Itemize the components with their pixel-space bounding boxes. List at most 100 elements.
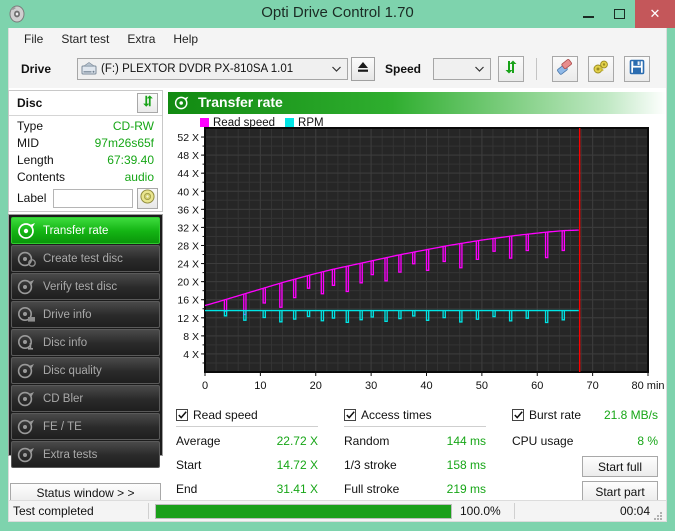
speed-select[interactable] — [433, 58, 491, 80]
disc-label-input[interactable] — [53, 189, 133, 208]
chart-canvas: 4 X 8 X 12 X 16 X 20 X 24 X 28 X 32 X 36 X 40 X 44… — [177, 127, 665, 392]
menu-file[interactable]: File — [15, 30, 52, 48]
menu-help[interactable]: Help — [164, 30, 207, 48]
eject-button[interactable] — [351, 57, 375, 81]
stat-value: 158 ms — [446, 458, 486, 472]
disc-write-icon — [17, 250, 37, 268]
disc-refresh-button[interactable] — [137, 93, 158, 113]
svg-text:20: 20 — [310, 380, 322, 392]
svg-text:40: 40 — [420, 380, 432, 392]
stat-key: Start — [176, 458, 202, 472]
stat-value: 22.72 X — [276, 434, 318, 448]
read-speed-checkbox-row[interactable]: Read speed — [176, 408, 258, 422]
drive-label: Drive — [21, 62, 52, 76]
resize-grip[interactable] — [653, 508, 663, 520]
minimize-button[interactable] — [573, 0, 604, 28]
disc-quality-icon — [17, 362, 37, 380]
svg-text:48 X: 48 X — [177, 150, 199, 162]
svg-text:32 X: 32 X — [177, 222, 199, 234]
disc-speed-icon — [174, 95, 190, 111]
svg-text:16 X: 16 X — [177, 295, 199, 307]
svg-text:0: 0 — [202, 380, 208, 392]
sidebar-item-fe-te[interactable]: FE / TE — [11, 413, 160, 440]
sidebar-item-transfer-rate[interactable]: Transfer rate — [11, 217, 160, 244]
stat-key: Random — [344, 434, 390, 448]
disc-key: Type — [17, 119, 44, 133]
drive-value: (F:) PLEXTOR DVDR PX-810SA 1.01 — [101, 63, 294, 75]
stat-key: Average — [176, 434, 221, 448]
close-icon: ✕ — [649, 6, 661, 21]
disc-label-row: Label — [9, 187, 162, 211]
disc-key: Contents — [17, 170, 66, 184]
burst-rate-checkbox[interactable] — [512, 409, 524, 421]
save-floppy-icon — [629, 59, 645, 80]
progress-bar — [155, 503, 452, 519]
sidebar-item-label: Drive info — [43, 308, 92, 321]
disc-panel-header: Disc — [9, 91, 162, 116]
eraser-icon — [556, 58, 574, 80]
tools-icon — [592, 59, 610, 80]
maximize-button[interactable] — [604, 0, 635, 28]
stat-key: Full stroke — [344, 482, 400, 496]
disc-row-contents: Contents audio — [9, 169, 162, 188]
stat-key: End — [176, 482, 198, 496]
sidebar-item-drive-info[interactable]: Drive info — [11, 301, 160, 328]
disc-key: Length — [17, 153, 54, 167]
title-bar: Opti Drive Control 1.70 ✕ — [0, 0, 675, 28]
stat-key: 1/3 stroke — [344, 458, 397, 472]
status-message: Test completed — [13, 504, 94, 518]
disc-panel-title: Disc — [17, 96, 43, 110]
sidebar-item-disc-quality[interactable]: Disc quality — [11, 357, 160, 384]
start-full-button[interactable]: Start full — [582, 456, 658, 477]
stat-value: 21.8 MB/s — [603, 408, 658, 422]
disc-label-read-button[interactable] — [137, 188, 158, 209]
svg-text:12 X: 12 X — [177, 313, 199, 325]
speed-label: Speed — [385, 62, 422, 76]
svg-text:50: 50 — [476, 380, 488, 392]
chevron-down-icon[interactable] — [471, 61, 488, 77]
disc-panel: Disc Type CD-RW MID 97m26s65f Length 67:… — [8, 90, 163, 212]
sidebar-item-label: Verify test disc — [43, 280, 118, 293]
elapsed-time-label: 00:04 — [619, 504, 650, 518]
svg-text:24 X: 24 X — [177, 259, 199, 271]
chart-header: Transfer rate — [168, 92, 666, 114]
sidebar-item-label: CD Bler — [43, 392, 84, 405]
svg-text:70: 70 — [587, 380, 599, 392]
eject-icon — [356, 60, 370, 79]
sidebar-item-extra-tests[interactable]: Extra tests — [11, 441, 160, 468]
close-button[interactable]: ✕ — [635, 0, 675, 28]
disc-fete-icon — [17, 418, 37, 436]
sidebar-item-cd-bler[interactable]: CD Bler — [11, 385, 160, 412]
chevron-down-icon[interactable] — [328, 61, 345, 77]
refresh-drive-button[interactable] — [498, 56, 524, 82]
transfer-rate-chart: 4 X 8 X 12 X 16 X 20 X 24 X 28 X 32 X 36 X 40 X 44… — [168, 126, 666, 402]
save-button[interactable] — [624, 56, 650, 82]
svg-text:52 X: 52 X — [177, 132, 199, 144]
drive-select[interactable]: (F:) PLEXTOR DVDR PX-810SA 1.01 — [77, 58, 348, 80]
read-speed-checkbox-label: Read speed — [193, 408, 258, 422]
disc-speed-icon — [17, 222, 37, 240]
svg-text:36 X: 36 X — [177, 204, 199, 216]
access-times-checkbox-row[interactable]: Access times — [344, 408, 432, 422]
read-speed-checkbox[interactable] — [176, 409, 188, 421]
sidebar-item-label: Transfer rate — [43, 224, 109, 237]
drive-info-icon — [17, 306, 37, 324]
erase-button[interactable] — [552, 56, 578, 82]
drive-icon — [81, 62, 97, 76]
menu-start-test[interactable]: Start test — [52, 30, 118, 48]
app-window: Opti Drive Control 1.70 ✕ File Start tes… — [0, 0, 675, 531]
sidebar-item-verify-test-disc[interactable]: Verify test disc — [11, 273, 160, 300]
access-times-checkbox[interactable] — [344, 409, 356, 421]
svg-text:10: 10 — [254, 380, 266, 392]
disc-key: MID — [17, 136, 39, 150]
disc-value: 97m26s65f — [94, 136, 154, 150]
access-times-checkbox-label: Access times — [361, 408, 432, 422]
menu-extra[interactable]: Extra — [118, 30, 164, 48]
start-part-button[interactable]: Start part — [582, 481, 658, 502]
tools-button[interactable] — [588, 56, 614, 82]
sidebar-item-disc-info[interactable]: Disc info — [11, 329, 160, 356]
stat-value: 144 ms — [446, 434, 486, 448]
sidebar-item-create-test-disc[interactable]: Create test disc — [11, 245, 160, 272]
disc-bler-icon — [17, 390, 37, 408]
svg-text:8 X: 8 X — [183, 331, 199, 343]
